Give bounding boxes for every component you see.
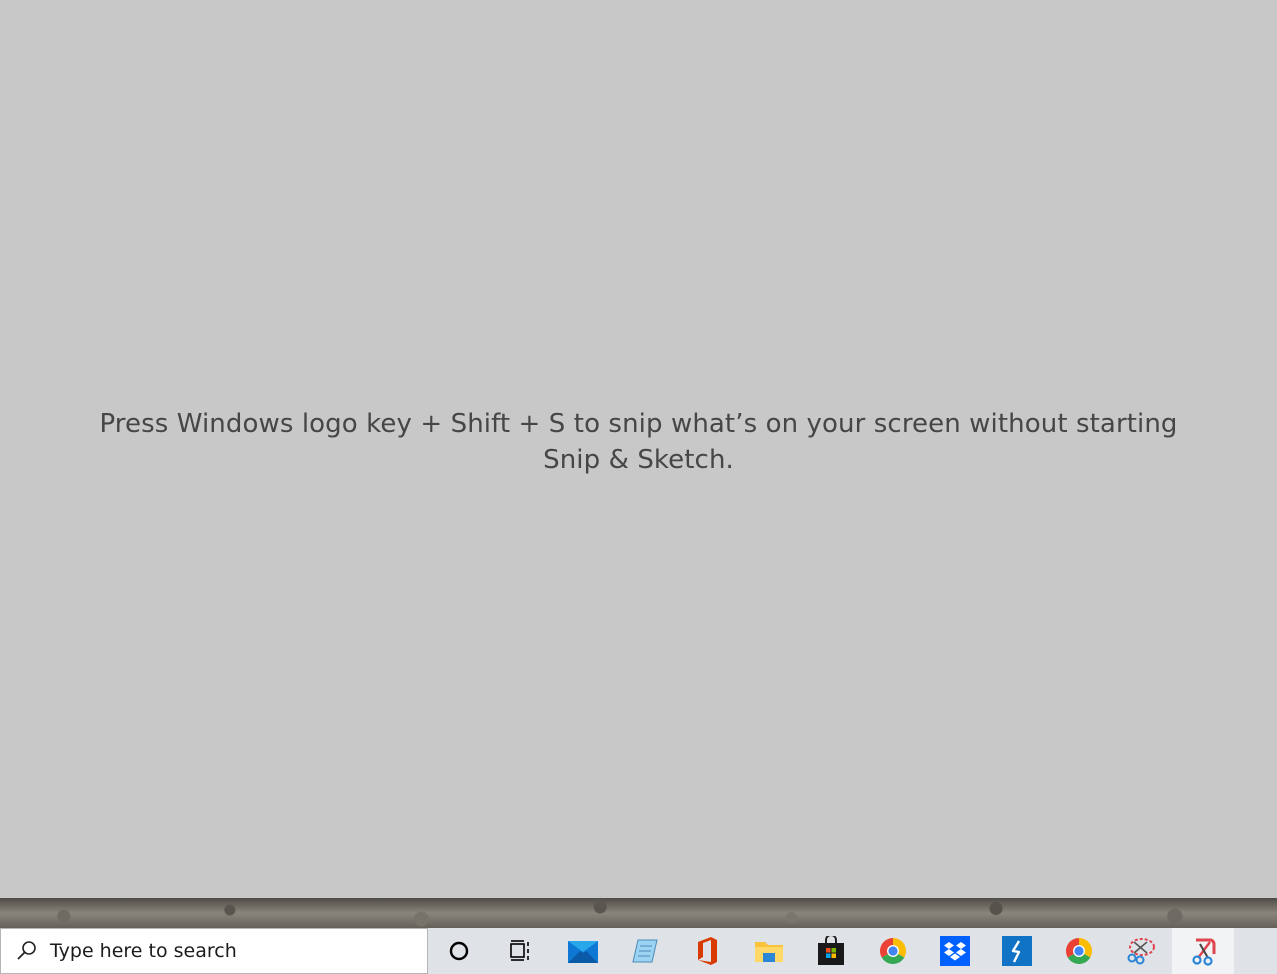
snip-overlay[interactable]: Press Windows logo key + Shift + S to sn… xyxy=(0,0,1277,898)
taskbar-task-view-button[interactable] xyxy=(490,928,552,974)
taskbar-cortana-button[interactable] xyxy=(428,928,490,974)
dropbox-icon xyxy=(940,936,970,966)
snip-sketch-icon xyxy=(1192,938,1216,966)
mail-icon xyxy=(568,941,598,963)
desktop-wallpaper-strip xyxy=(0,898,1277,928)
cortana-icon xyxy=(449,941,469,961)
taskbar-search-box[interactable]: Type here to search xyxy=(0,928,428,974)
store-icon xyxy=(818,936,844,965)
chrome-icon xyxy=(1065,938,1093,965)
taskbar-snipping-tool-button[interactable] xyxy=(1110,928,1172,974)
folder-icon xyxy=(755,942,783,962)
taskbar-mail-button[interactable] xyxy=(552,928,614,974)
snipping-tool-icon xyxy=(1127,938,1155,965)
taskbar-notepad-button[interactable] xyxy=(614,928,676,974)
notepad-icon xyxy=(632,939,658,963)
task-view-icon xyxy=(510,940,529,961)
taskbar-chrome-button[interactable] xyxy=(862,928,924,974)
office-icon xyxy=(698,937,717,965)
taskbar-file-explorer-button[interactable] xyxy=(738,928,800,974)
taskbar-lightning-app-button[interactable] xyxy=(986,928,1048,974)
taskbar-office-button[interactable] xyxy=(676,928,738,974)
snip-hint-text: Press Windows logo key + Shift + S to sn… xyxy=(99,409,1178,475)
search-icon xyxy=(17,941,36,960)
lightning-icon xyxy=(1002,936,1032,966)
taskbar-chrome-2-button[interactable] xyxy=(1048,928,1110,974)
taskbar-dropbox-button[interactable] xyxy=(924,928,986,974)
taskbar-store-button[interactable] xyxy=(800,928,862,974)
taskbar: Type here to search xyxy=(0,928,1277,974)
search-placeholder: Type here to search xyxy=(50,940,237,962)
taskbar-snip-sketch-button[interactable] xyxy=(1172,928,1234,974)
chrome-icon xyxy=(879,938,907,965)
